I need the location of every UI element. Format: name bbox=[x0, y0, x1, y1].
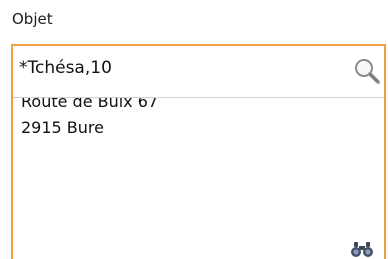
search-input[interactable] bbox=[19, 53, 339, 83]
address-city: 2915 Bure bbox=[21, 118, 104, 137]
object-search-widget: Objet Route de Buix 67 2915 Bure bbox=[0, 0, 388, 259]
object-panel: Route de Buix 67 2915 Bure bbox=[11, 44, 386, 259]
field-label: Objet bbox=[12, 10, 53, 28]
search-row bbox=[13, 46, 384, 98]
search-icon[interactable] bbox=[353, 56, 381, 86]
binoculars-icon[interactable] bbox=[350, 240, 374, 258]
